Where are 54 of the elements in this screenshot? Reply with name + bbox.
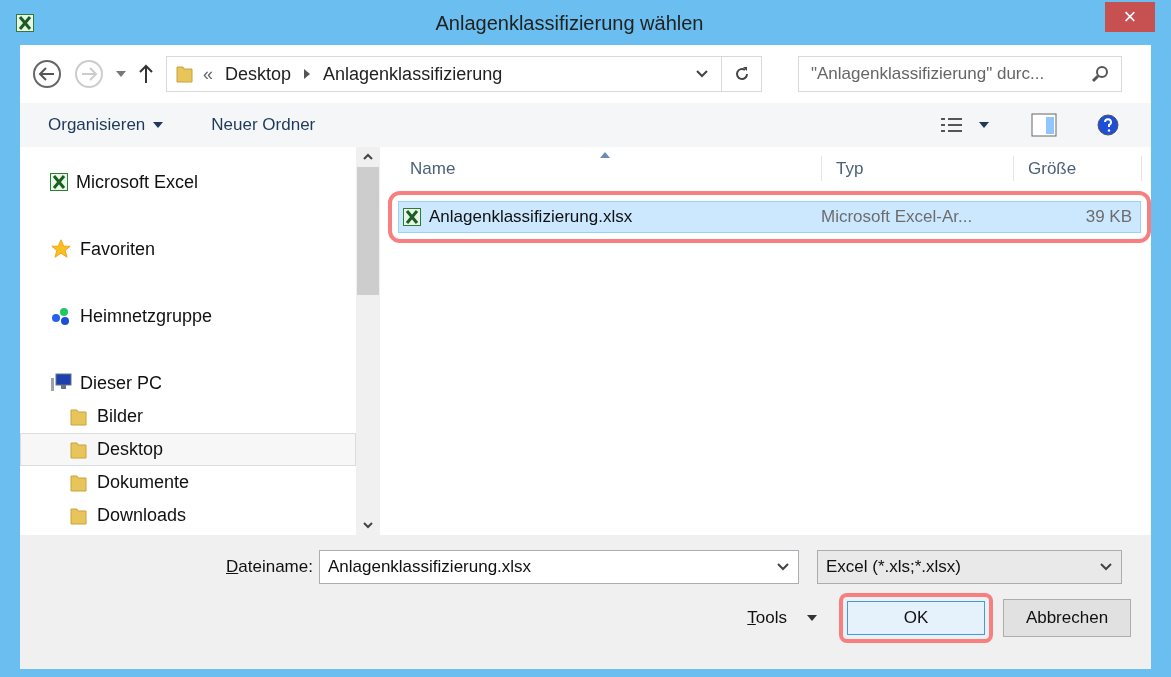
folder-icon [175,64,195,84]
dropdown-icon[interactable] [695,69,709,79]
organize-button[interactable]: Organisieren [48,112,164,138]
dropdown-icon[interactable] [775,562,790,572]
filename-label: Dateiname: [226,556,313,579]
caret-icon[interactable] [153,122,164,128]
window-title: Anlagenklassifizierung wählen [434,10,705,36]
nav-item[interactable]: Heimnetzgruppe [20,299,356,333]
file-type-select[interactable]: Excel (*.xls;*.xlsx) [816,550,1122,584]
close-button[interactable]: × [1105,1,1155,32]
file-name: Anlagenklassifizierung.xlsx [429,206,633,229]
scrollbar[interactable] [356,147,380,535]
column-header[interactable]: Größe [1014,155,1142,181]
help-icon[interactable] [1097,114,1119,136]
sort-arrow-icon [600,152,610,158]
breadcrumb[interactable]: Desktop [225,60,292,88]
ok-button[interactable]: OK [847,601,985,635]
folder-icon [69,406,89,427]
search-icon [1091,65,1109,83]
cancel-button[interactable]: Abbrechen [1003,599,1131,637]
star-icon [50,238,72,260]
dropdown-icon[interactable] [1098,562,1113,572]
address-bar[interactable]: « Desktop Anlagenklassifizierung [166,56,762,92]
file-type: Microsoft Excel-Ar... [820,206,974,229]
file-size: 39 KB [1084,206,1133,229]
folder-icon [69,505,89,526]
spreadsheet-icon [403,208,421,226]
network-icon [50,305,72,327]
folder-icon [69,472,89,493]
overflow-marker[interactable]: « [203,60,225,88]
back-button[interactable] [32,59,62,89]
up-arrow-icon[interactable] [138,64,154,84]
nav-item[interactable]: Microsoft Excel [20,165,356,199]
nav-item[interactable]: Dieser PC [20,366,356,400]
column-header[interactable]: Name [396,155,822,181]
filename-field[interactable]: Anlagenklassifizierung.xlsx [318,550,799,584]
tools-button[interactable]: Tools [747,605,817,631]
nav-item[interactable]: Bilder [20,400,356,433]
excel-icon [50,173,68,191]
excel-logo-icon [16,13,34,32]
nav-item[interactable]: Favoriten [20,232,356,266]
nav-item[interactable]: Dokumente [20,466,356,499]
breadcrumb[interactable]: Anlagenklassifizierung [323,60,503,88]
view-options-icon[interactable] [939,117,991,133]
file-row[interactable]: Anlagenklassifizierung.xlsx Microsoft Excel-Ar... 39 KB [398,201,1141,233]
column-header[interactable]: Typ [822,155,1014,181]
chevron-icon[interactable] [303,69,312,79]
folder-icon [69,439,89,460]
nav-item[interactable]: Desktop [20,433,356,466]
computer-icon [50,373,72,393]
new-folder-button[interactable]: Neuer Ordner [211,112,316,138]
nav-item[interactable]: Downloads [20,499,356,532]
caret-icon[interactable] [807,615,817,621]
search-field[interactable]: "Anlagenklassifizierung" durc... [798,56,1122,92]
